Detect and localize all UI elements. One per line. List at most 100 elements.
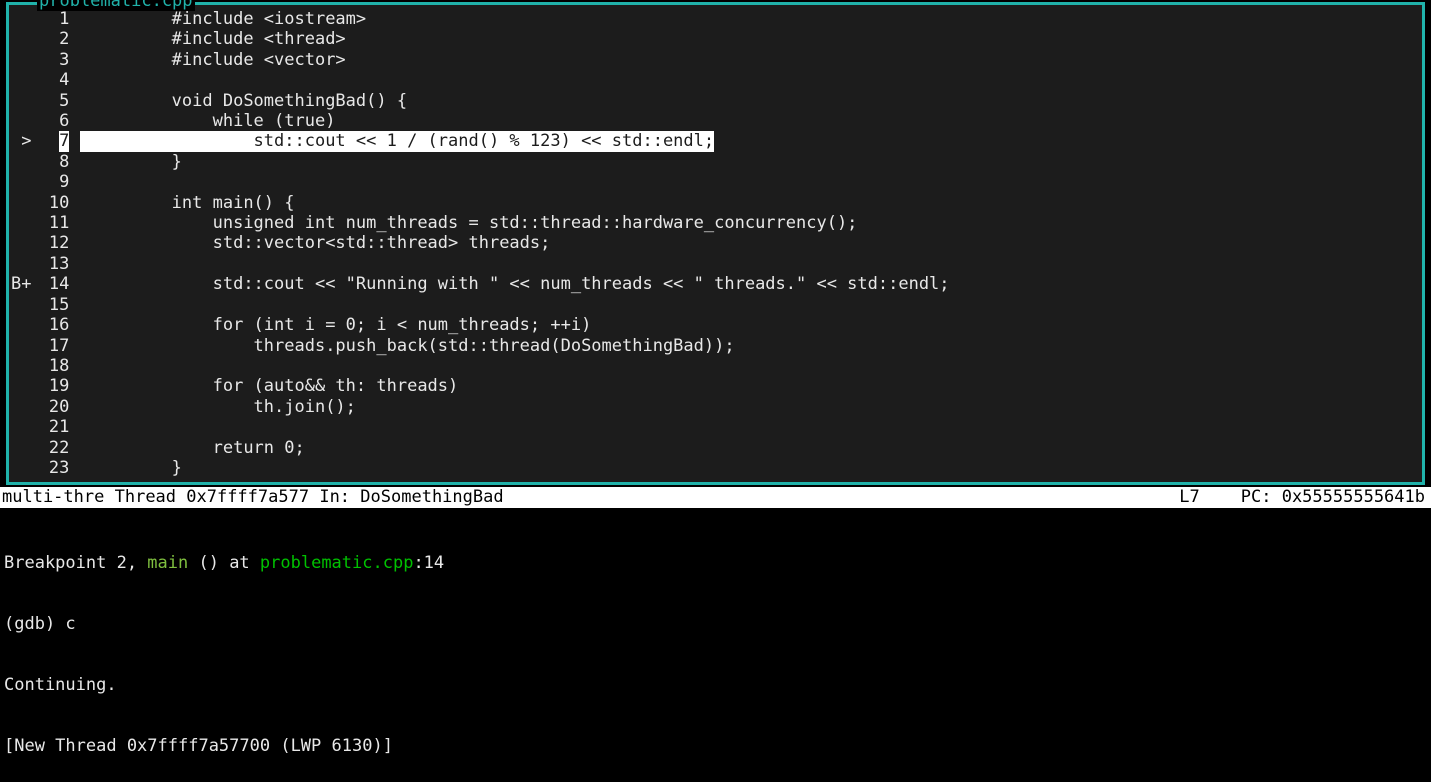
source-line[interactable]: 20 th.join(); <box>11 397 1420 417</box>
gdb-console[interactable]: Breakpoint 2, main () at problematic.cpp… <box>0 508 1431 782</box>
gutter-mark: > <box>11 131 34 151</box>
source-line[interactable]: 4 <box>11 70 1420 90</box>
gdb-bp-file: problematic.cpp <box>260 553 414 573</box>
code-text: } <box>80 458 1420 478</box>
gutter-mark <box>11 438 34 458</box>
line-number: 13 <box>34 254 80 274</box>
source-line[interactable]: 21 <box>11 417 1420 437</box>
line-number: 6 <box>34 111 80 131</box>
source-window: problematic.cpp 1 #include <iostream>2 #… <box>6 2 1425 485</box>
gutter-mark <box>11 254 34 274</box>
source-line[interactable]: >7 std::cout << 1 / (rand() % 123) << st… <box>11 131 1420 151</box>
gdb-bp-fn: main <box>147 553 188 573</box>
source-line[interactable]: 13 <box>11 254 1420 274</box>
line-number: 11 <box>34 213 80 233</box>
line-number: 21 <box>34 417 80 437</box>
gutter-mark <box>11 397 34 417</box>
line-number: 2 <box>34 29 80 49</box>
gutter-mark <box>11 50 34 70</box>
code-text <box>80 172 1420 192</box>
source-line[interactable]: 10 int main() { <box>11 193 1420 213</box>
gutter-mark <box>11 315 34 335</box>
gutter-mark <box>11 193 34 213</box>
code-text: for (int i = 0; i < num_threads; ++i) <box>80 315 1420 335</box>
source-line[interactable]: 12 std::vector<std::thread> threads; <box>11 233 1420 253</box>
code-text <box>80 356 1420 376</box>
code-text <box>80 295 1420 315</box>
line-number: 1 <box>34 9 80 29</box>
gdb-new-thread-1: [New Thread 0x7ffff7a57700 (LWP 6130)] <box>4 736 1427 756</box>
line-number: 5 <box>34 91 80 111</box>
gdb-bp-line: :14 <box>413 553 444 573</box>
source-line[interactable]: 23 } <box>11 458 1420 478</box>
source-window-title: problematic.cpp <box>37 0 195 11</box>
code-text: std::cout << 1 / (rand() % 123) << std::… <box>80 131 1420 151</box>
status-function: DoSomethingBad <box>360 487 503 507</box>
line-number: 8 <box>34 152 80 172</box>
code-text: #include <thread> <box>80 29 1420 49</box>
gdb-prompt-c: (gdb) c <box>4 614 1427 634</box>
line-number: 10 <box>34 193 80 213</box>
status-right: L7 PC: 0x55555555641b <box>1179 487 1429 507</box>
line-number: 23 <box>34 458 80 478</box>
source-line[interactable]: 15 <box>11 295 1420 315</box>
gutter-mark <box>11 458 34 478</box>
source-line[interactable]: 22 return 0; <box>11 438 1420 458</box>
code-text <box>80 417 1420 437</box>
line-number: 4 <box>34 70 80 90</box>
gdb-continuing: Continuing. <box>4 675 1427 695</box>
gutter-mark <box>11 336 34 356</box>
gutter-mark <box>11 417 34 437</box>
source-line[interactable]: 5 void DoSomethingBad() { <box>11 91 1420 111</box>
source-line[interactable]: 3 #include <vector> <box>11 50 1420 70</box>
status-mode: multi-thre <box>2 487 104 507</box>
source-line[interactable]: B+14 std::cout << "Running with " << num… <box>11 274 1420 294</box>
source-line[interactable]: 9 <box>11 172 1420 192</box>
gutter-mark <box>11 356 34 376</box>
code-text: std::cout << "Running with " << num_thre… <box>80 274 1420 294</box>
status-left: multi-thre Thread 0x7ffff7a577 In: DoSom… <box>2 487 1179 507</box>
gutter-mark <box>11 9 34 29</box>
gutter-mark <box>11 172 34 192</box>
status-pc-value: 0x55555555641b <box>1282 487 1425 507</box>
line-number: 12 <box>34 233 80 253</box>
line-number: 3 <box>34 50 80 70</box>
gutter-mark <box>11 213 34 233</box>
source-line[interactable]: 6 while (true) <box>11 111 1420 131</box>
line-number: 20 <box>34 397 80 417</box>
source-line[interactable]: 19 for (auto&& th: threads) <box>11 376 1420 396</box>
status-bar: multi-thre Thread 0x7ffff7a577 In: DoSom… <box>0 487 1431 507</box>
line-number: 18 <box>34 356 80 376</box>
source-line[interactable]: 1 #include <iostream> <box>11 9 1420 29</box>
code-text: while (true) <box>80 111 1420 131</box>
code-text: int main() { <box>80 193 1420 213</box>
gutter-mark <box>11 70 34 90</box>
code-text: return 0; <box>80 438 1420 458</box>
gutter-mark <box>11 233 34 253</box>
code-text: std::vector<std::thread> threads; <box>80 233 1420 253</box>
source-line[interactable]: 17 threads.push_back(std::thread(DoSomet… <box>11 336 1420 356</box>
gdb-bp-prefix: Breakpoint 2, <box>4 553 147 573</box>
gutter-mark <box>11 295 34 315</box>
status-pc-label: PC: <box>1241 487 1272 507</box>
source-body[interactable]: 1 #include <iostream>2 #include <thread>… <box>9 5 1422 482</box>
source-line[interactable]: 18 <box>11 356 1420 376</box>
code-text: unsigned int num_threads = std::thread::… <box>80 213 1420 233</box>
line-number: 9 <box>34 172 80 192</box>
line-number: 14 <box>34 274 80 294</box>
code-text: #include <iostream> <box>80 9 1420 29</box>
code-text: for (auto&& th: threads) <box>80 376 1420 396</box>
source-line[interactable]: 16 for (int i = 0; i < num_threads; ++i) <box>11 315 1420 335</box>
source-line[interactable]: 8 } <box>11 152 1420 172</box>
gutter-mark <box>11 111 34 131</box>
source-line[interactable]: 11 unsigned int num_threads = std::threa… <box>11 213 1420 233</box>
line-number: 15 <box>34 295 80 315</box>
source-line[interactable]: 2 #include <thread> <box>11 29 1420 49</box>
code-text: #include <vector> <box>80 50 1420 70</box>
gdb-breakpoint-line: Breakpoint 2, main () at problematic.cpp… <box>4 553 1427 573</box>
gdb-bp-mid: () at <box>188 553 260 573</box>
code-text: void DoSomethingBad() { <box>80 91 1420 111</box>
code-text <box>80 254 1420 274</box>
gutter-mark <box>11 376 34 396</box>
gutter-mark <box>11 152 34 172</box>
